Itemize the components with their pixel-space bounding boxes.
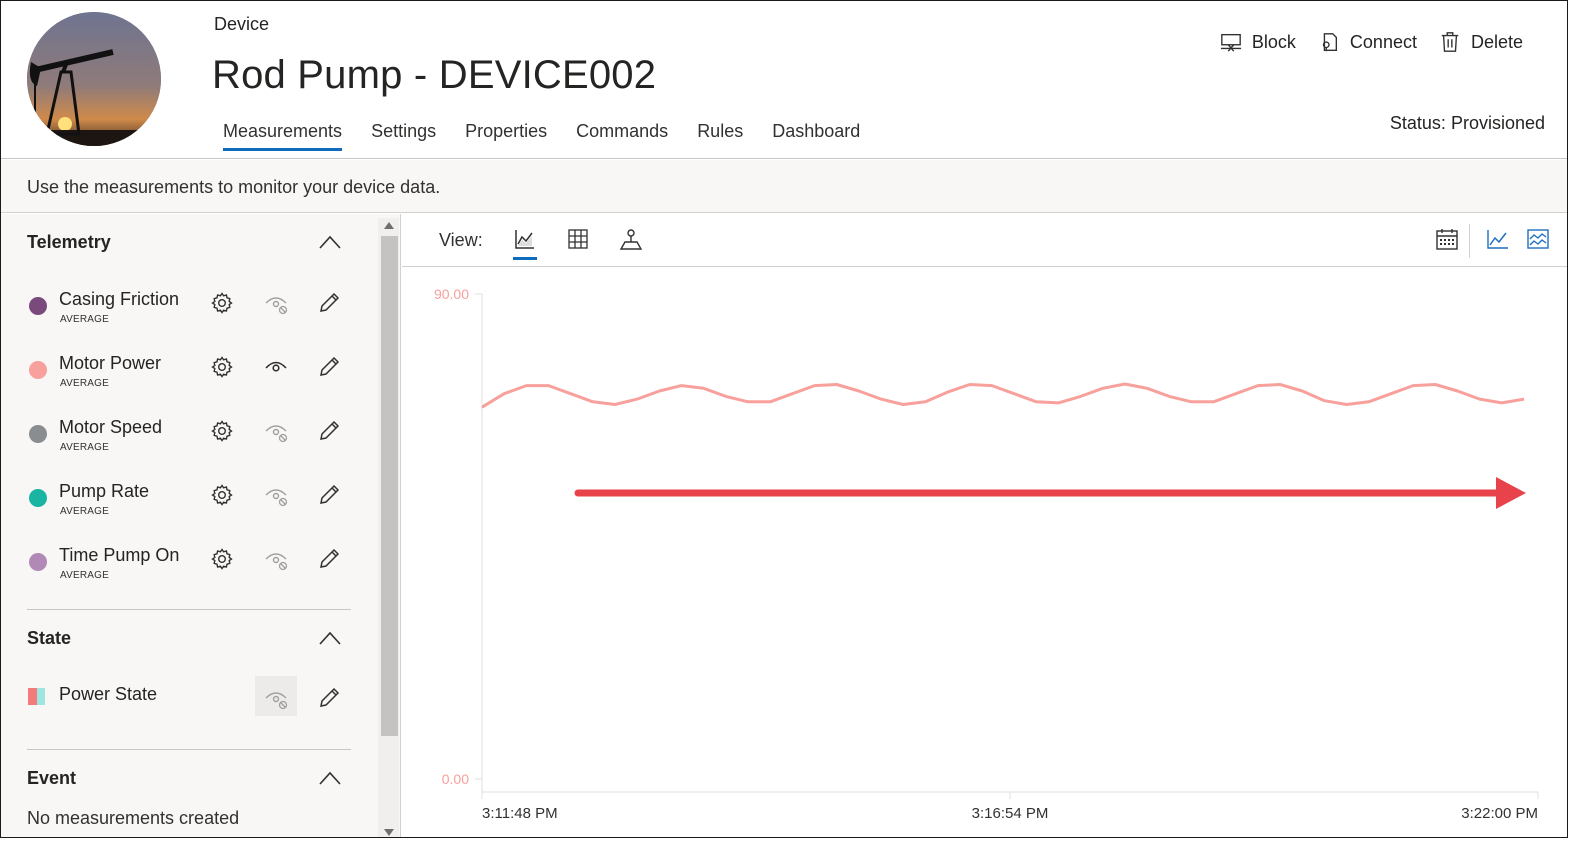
gear-icon[interactable] <box>210 547 234 571</box>
series-color-dot <box>29 297 47 315</box>
chevron-up-icon[interactable] <box>319 631 341 645</box>
tab-measurements[interactable]: Measurements <box>223 121 343 151</box>
line-style-icon[interactable] <box>1486 227 1510 251</box>
scroll-up-arrow-icon[interactable] <box>384 222 394 229</box>
chart-toolbar: View: <box>402 214 1567 267</box>
series-layer <box>481 382 1525 409</box>
state-color-swatch <box>28 688 45 705</box>
pencil-icon[interactable] <box>317 547 341 571</box>
eye-icon[interactable] <box>264 355 288 379</box>
gear-icon[interactable] <box>210 483 234 507</box>
connect-icon <box>1322 33 1337 52</box>
pencil-icon[interactable] <box>317 355 341 379</box>
delete-label: Delete <box>1470 31 1523 52</box>
telemetry-line-chart[interactable]: 90.00 0.00 3:11:48 PM 3:16:54 PM 3:22:00… <box>402 268 1568 838</box>
tab-settings[interactable]: Settings <box>371 121 436 151</box>
block-button[interactable]: Block <box>1220 31 1296 53</box>
y-tick-label-min: 0.00 <box>442 771 469 787</box>
section-divider <box>27 749 351 750</box>
connect-label: Connect <box>1349 31 1417 52</box>
telemetry-aggregation: AVERAGE <box>60 570 110 581</box>
y-tick-label-max: 90.00 <box>434 286 469 302</box>
telemetry-item: Motor Speed AVERAGE <box>1 417 377 467</box>
event-heading: Event <box>27 768 77 788</box>
connect-button[interactable]: Connect <box>1318 31 1417 53</box>
pencil-icon[interactable] <box>317 291 341 315</box>
state-item: Power State <box>1 676 377 734</box>
telemetry-name: Time Pump On <box>59 545 180 565</box>
tab-commands[interactable]: Commands <box>576 121 668 151</box>
telemetry-aggregation: AVERAGE <box>60 442 110 453</box>
tab-properties[interactable]: Properties <box>465 121 547 151</box>
series-color-dot <box>29 553 47 571</box>
delete-button[interactable]: Delete <box>1439 31 1523 53</box>
app-frame: Device Rod Pump - DEVICE002 Measurements… <box>0 0 1568 838</box>
telemetry-aggregation: AVERAGE <box>60 378 110 389</box>
sidebar-scroll-thumb[interactable] <box>381 236 398 736</box>
telemetry-heading: Telemetry <box>27 232 111 252</box>
device-tabs: Measurements Settings Properties Command… <box>223 121 889 151</box>
calendar-icon[interactable] <box>1435 227 1459 251</box>
block-icon <box>1220 33 1241 52</box>
telemetry-aggregation: AVERAGE <box>60 314 110 325</box>
telemetry-item: Time Pump On AVERAGE <box>1 545 377 595</box>
eye-hidden-icon[interactable] <box>264 483 288 507</box>
gear-icon[interactable] <box>210 419 234 443</box>
chart-panel: View: 90.00 0.00 3:11:48 PM 3:16:54 PM 3… <box>402 214 1568 838</box>
area-style-icon[interactable] <box>1526 227 1550 251</box>
telemetry-name: Motor Power <box>59 353 162 373</box>
eye-hidden-icon[interactable] <box>264 291 288 315</box>
gear-icon[interactable] <box>210 291 234 315</box>
tab-rules[interactable]: Rules <box>697 121 743 151</box>
tab-dashboard[interactable]: Dashboard <box>772 121 860 151</box>
eye-hidden-icon[interactable] <box>264 419 288 443</box>
info-text: Use the measurements to monitor your dev… <box>27 177 441 197</box>
info-bar: Use the measurements to monitor your dev… <box>1 160 1567 213</box>
annotation-arrow <box>574 477 1526 509</box>
toolbar-separator <box>1469 224 1470 258</box>
pencil-icon[interactable] <box>317 419 341 443</box>
telemetry-item: Motor Power AVERAGE <box>1 353 377 403</box>
block-label: Block <box>1251 31 1296 52</box>
map-view-icon[interactable] <box>619 227 643 251</box>
page-title: Rod Pump - DEVICE002 <box>212 53 657 97</box>
x-tick-label: 3:11:48 PM <box>482 805 558 822</box>
status-text: Status: Provisioned <box>1389 113 1545 133</box>
header-actions: Block Connect Delete <box>1220 31 1523 53</box>
chevron-up-icon[interactable] <box>319 771 341 785</box>
state-heading: State <box>27 628 72 648</box>
state-name: Power State <box>59 684 158 704</box>
pencil-icon[interactable] <box>317 686 341 710</box>
view-label: View: <box>439 230 483 250</box>
telemetry-name: Casing Friction <box>59 289 180 309</box>
telemetry-item: Casing Friction AVERAGE <box>1 289 377 339</box>
section-divider <box>27 609 351 610</box>
x-tick-label: 3:16:54 PM <box>972 805 1049 822</box>
device-header: Device Rod Pump - DEVICE002 Measurements… <box>1 1 1567 159</box>
pump-jack-image <box>27 12 161 146</box>
telemetry-name: Pump Rate <box>59 481 150 501</box>
series-line[interactable] <box>481 382 1525 409</box>
device-avatar <box>27 12 161 146</box>
eye-hidden-icon[interactable] <box>264 547 288 571</box>
eye-hidden-icon[interactable] <box>264 686 288 710</box>
measurements-sidebar: Telemetry Casing Friction AVERAGE Motor … <box>1 214 401 837</box>
trash-icon <box>1441 32 1459 52</box>
gear-icon[interactable] <box>210 355 234 379</box>
pencil-icon[interactable] <box>317 483 341 507</box>
event-empty-message: No measurements created <box>27 808 240 828</box>
breadcrumb[interactable]: Device <box>214 14 269 35</box>
x-tick-label: 3:22:00 PM <box>1461 805 1538 822</box>
series-color-dot <box>29 489 47 507</box>
telemetry-name: Motor Speed <box>59 417 163 437</box>
telemetry-item: Pump Rate AVERAGE <box>1 481 377 531</box>
series-color-dot <box>29 425 47 443</box>
telemetry-aggregation: AVERAGE <box>60 506 110 517</box>
line-chart-view-icon[interactable] <box>513 227 537 260</box>
series-color-dot <box>29 361 47 379</box>
grid-view-icon[interactable] <box>566 227 590 251</box>
chevron-up-icon[interactable] <box>319 235 341 249</box>
scroll-down-arrow-icon[interactable] <box>384 829 394 836</box>
